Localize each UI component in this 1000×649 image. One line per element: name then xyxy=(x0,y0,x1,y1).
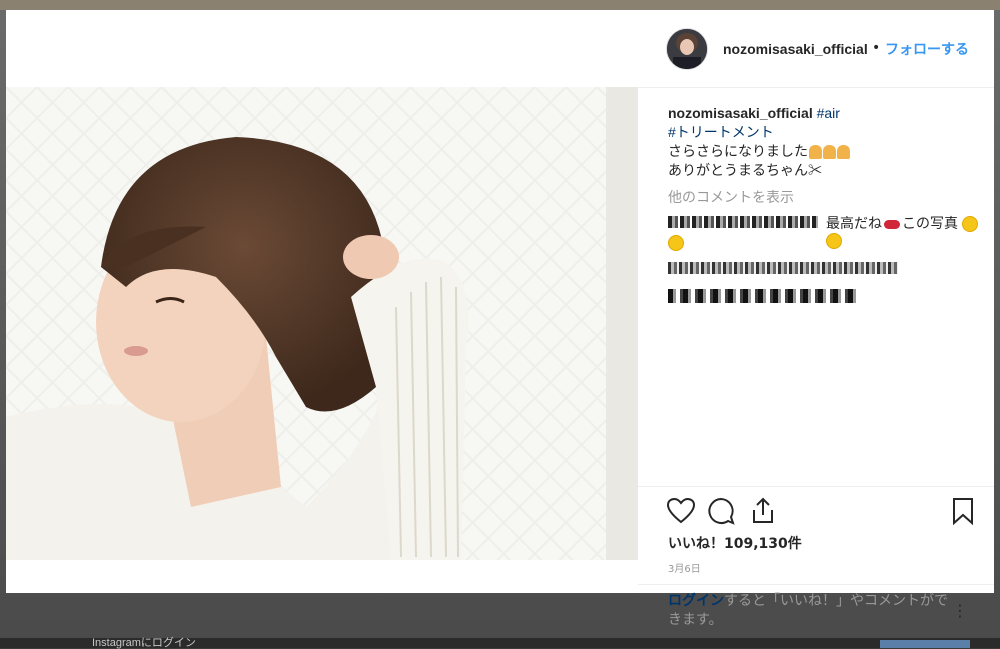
post-date: 3月6日 xyxy=(668,564,701,575)
login-link[interactable]: ログイン xyxy=(668,593,724,609)
avatar[interactable] xyxy=(666,28,708,70)
pray-emoji-icon xyxy=(823,145,836,160)
heart-icon[interactable] xyxy=(666,496,696,526)
caption-line-1: さらさらになりました xyxy=(668,143,808,159)
hashtag-air[interactable]: #air xyxy=(817,105,840,121)
post-header: nozomisasaki_official • フォローする xyxy=(638,10,994,88)
view-more-comments[interactable]: 他のコメントを表示 xyxy=(668,187,794,207)
separator-dot: • xyxy=(872,40,881,56)
backdrop-login-text: Instagramにログイン xyxy=(92,637,196,649)
pixelated-username-1 xyxy=(668,216,818,228)
comment-1: 最高だね この写真 xyxy=(826,213,994,249)
backdrop-top-strip xyxy=(0,0,1000,10)
pixelated-comment-2 xyxy=(668,262,898,274)
login-prompt: ログインすると「いいね！」やコメントができます。 xyxy=(668,592,958,630)
comment-1-text-b: この写真 xyxy=(902,216,958,232)
face-emoji-icon xyxy=(826,233,842,249)
post-caption: nozomisasaki_official #air #トリートメント さらさら… xyxy=(668,104,978,180)
post-sidebar: nozomisasaki_official • フォローする nozomisas… xyxy=(638,10,994,628)
follow-button[interactable]: フォローする xyxy=(885,39,969,59)
lips-emoji-icon xyxy=(884,219,900,229)
pray-emoji-icon xyxy=(809,145,822,160)
pixelated-comment-3 xyxy=(668,289,858,303)
bookmark-icon[interactable] xyxy=(948,496,978,526)
likes-count[interactable]: いいね！109,130件 xyxy=(668,533,802,553)
pray-emoji-icon xyxy=(837,145,850,160)
hashtag-treatment[interactable]: #トリートメント xyxy=(668,124,774,140)
caption-username[interactable]: nozomisasaki_official xyxy=(668,105,813,121)
comment-icon[interactable] xyxy=(706,496,736,526)
face-emoji-icon xyxy=(962,216,979,232)
share-icon[interactable] xyxy=(748,496,778,526)
post-photo xyxy=(6,87,638,560)
face-emoji-icon xyxy=(668,235,684,251)
comment-1-text-a: 最高だね xyxy=(826,216,882,232)
post-modal: nozomisasaki_official • フォローする nozomisas… xyxy=(6,10,994,628)
more-options-icon[interactable]: ⋮ xyxy=(952,601,969,620)
caption-line-2: ありがとうまるちゃん✂ xyxy=(668,162,822,178)
header-username[interactable]: nozomisasaki_official xyxy=(723,41,868,57)
